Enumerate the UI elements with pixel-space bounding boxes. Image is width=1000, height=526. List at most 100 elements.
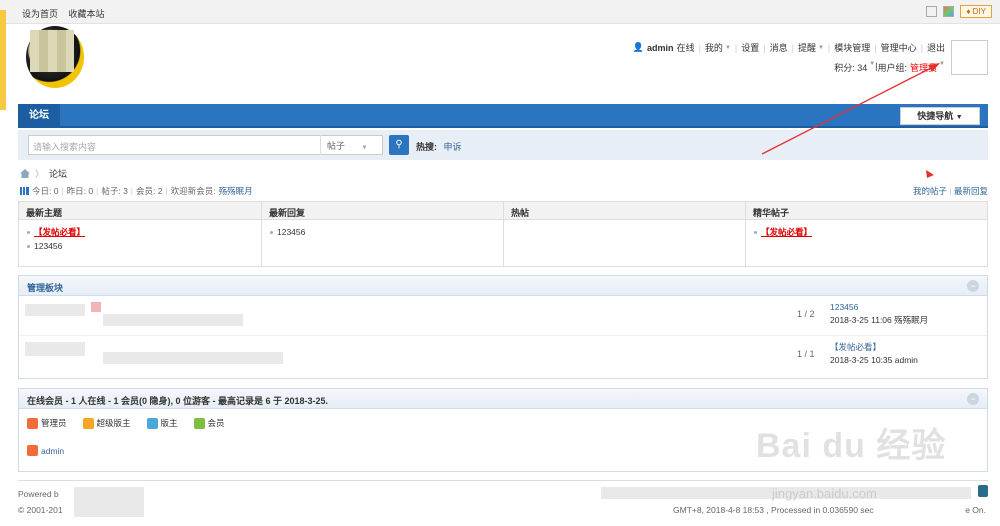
- search-icon: ⚲: [395, 139, 403, 150]
- search-type-select[interactable]: 帖子 ▼: [320, 135, 383, 155]
- forum-name-blur: [25, 304, 85, 316]
- logo-blur: [30, 30, 74, 72]
- footer-blur: [74, 487, 144, 517]
- hot-search-item[interactable]: 申诉: [444, 142, 462, 152]
- topic-link[interactable]: 123456: [34, 241, 62, 251]
- quick-links: 我的帖子 | 最新回复: [913, 186, 988, 196]
- admin-center-link[interactable]: 管理中心: [881, 41, 917, 54]
- user-info-row: 积分: 34 ▼ | 用户组: 管理员 ▼: [834, 61, 945, 74]
- admin-group-icon: [27, 417, 38, 429]
- newest-member-link[interactable]: 殇殇眠月: [219, 185, 253, 197]
- forum-last-post: 【发帖必看】 2018-3-25 10:35 admin: [830, 341, 918, 367]
- last-post-link[interactable]: 【发帖必看】: [830, 341, 918, 354]
- group-label: 会员: [207, 418, 225, 428]
- search-button[interactable]: ⚲: [389, 135, 409, 155]
- tab-forum[interactable]: 论坛: [18, 104, 60, 128]
- style-icon[interactable]: [943, 6, 955, 17]
- group-label: 版主: [160, 418, 178, 428]
- member-group-icon: [193, 417, 205, 429]
- forum-stats: 今日: 0 | 昨日: 0 | 帖子: 3 | 会员: 2 | 欢迎新会员: 殇殇眠月: [20, 185, 253, 197]
- online-title: 在线会员 - 1 人在线 - 1 会员(0 隐身), 0 位游客 - 最高记录是…: [27, 396, 329, 406]
- forum-count: 1 / 2: [797, 309, 815, 319]
- collapse-icon[interactable]: −: [967, 280, 979, 292]
- usergroup-label: 用户组:: [877, 63, 908, 73]
- hot-search-label: 热搜:: [416, 142, 437, 152]
- digest-header: 精华帖子: [746, 202, 987, 220]
- home-icon[interactable]: [20, 169, 30, 178]
- portal-grid: 最新主题 【发帖必看】 123456 最新回复 123456 热帖 精华帖子 【…: [18, 201, 988, 267]
- digest-link[interactable]: 【发帖必看】: [761, 227, 812, 237]
- top-bar: 设为首页 收藏本站 ♦ DIY: [0, 0, 1000, 24]
- latest-replies-col: 最新回复 123456: [262, 202, 504, 266]
- left-edge-strip: [0, 10, 6, 110]
- user-icon: 👤: [632, 42, 645, 52]
- quick-nav-button[interactable]: 快捷导航 ▼: [900, 107, 980, 125]
- stat-posts: 帖子: 3: [101, 186, 128, 196]
- forum-last-post: 123456 2018-3-25 11:06 殇殇眠月: [830, 301, 928, 327]
- my-posts-link[interactable]: 我的帖子: [913, 186, 947, 196]
- chevron-down-icon: ▼: [361, 145, 368, 151]
- search-bar: 请输入搜索内容 帖子 ▼ ⚲ 热搜: 申诉: [18, 130, 988, 160]
- logout-link[interactable]: 退出: [927, 41, 945, 54]
- remind-menu[interactable]: 提醒: [798, 41, 816, 54]
- hot-posts-col: 热帖: [504, 202, 746, 266]
- last-post-link[interactable]: 123456: [830, 301, 928, 314]
- stat-today: 今日: 0: [32, 186, 59, 196]
- latest-topics-col: 最新主题 【发帖必看】 123456: [19, 202, 262, 266]
- forum-desc-blur: [103, 352, 283, 364]
- bookmark-link[interactable]: 收藏本站: [69, 9, 105, 19]
- quick-nav-label: 快捷导航: [917, 111, 954, 121]
- forum-icon-blur: [91, 302, 101, 312]
- online-user-link[interactable]: admin: [41, 446, 64, 456]
- forum-row[interactable]: 1 / 1 【发帖必看】 2018-3-25 10:35 admin: [19, 336, 987, 376]
- messages-link[interactable]: 消息: [770, 41, 788, 54]
- hot-search: 热搜: 申诉: [416, 140, 462, 153]
- category-panel: 管理板块 − 1 / 2 123456 2018-3-25 11:06 殇殇眠月…: [18, 275, 988, 379]
- digest-col: 精华帖子 【发帖必看】: [746, 202, 987, 266]
- shield-icon[interactable]: [978, 485, 988, 497]
- breadcrumb: 〉 论坛: [20, 167, 67, 180]
- latest-replies-link[interactable]: 最新回复: [954, 186, 988, 196]
- forum-count: 1 / 1: [797, 349, 815, 359]
- settings-link[interactable]: 设置: [741, 41, 759, 54]
- user-avatar-icon: [27, 445, 38, 456]
- search-type-label: 帖子: [327, 141, 346, 151]
- chevron-down-icon: ▼: [817, 44, 824, 51]
- my-menu[interactable]: 我的: [705, 41, 723, 54]
- category-header: 管理板块: [19, 276, 987, 296]
- latest-replies-header: 最新回复: [262, 202, 503, 220]
- avatar[interactable]: [951, 40, 988, 75]
- topic-link[interactable]: 【发帖必看】: [34, 227, 85, 237]
- breadcrumb-sep-icon: 〉: [35, 169, 45, 179]
- group-label: 管理员: [41, 418, 67, 428]
- stat-members: 会员: 2: [136, 186, 163, 196]
- supermod-group-icon: [82, 417, 94, 429]
- chevron-down-icon: ▼: [939, 61, 945, 67]
- last-post-meta: 2018-3-25 10:35 admin: [830, 355, 918, 365]
- forum-desc-blur: [103, 314, 243, 326]
- group-label: 超级版主: [96, 418, 131, 428]
- breadcrumb-current[interactable]: 论坛: [49, 167, 67, 180]
- category-title[interactable]: 管理板块: [27, 283, 63, 293]
- points-menu[interactable]: 积分: 34: [834, 61, 867, 74]
- chevron-down-icon: ▼: [724, 44, 731, 51]
- footer-tail: e On.: [965, 505, 986, 515]
- mod-group-icon: [146, 417, 158, 429]
- online-header: 在线会员 - 1 人在线 - 1 会员(0 隐身), 0 位游客 - 最高记录是…: [19, 389, 987, 409]
- set-homepage-link[interactable]: 设为首页: [22, 9, 58, 19]
- reply-link[interactable]: 123456: [277, 227, 305, 237]
- hot-posts-header: 热帖: [504, 202, 745, 220]
- collapse-icon[interactable]: −: [967, 393, 979, 405]
- footer-time: GMT+8, 2018-4-8 18:53 , Processed in 0.0…: [673, 505, 874, 515]
- online-status: 在线: [676, 43, 695, 53]
- chevron-down-icon: ▼: [955, 114, 963, 121]
- diy-button[interactable]: ♦ DIY: [960, 5, 992, 18]
- watermark-url: jingyan.baidu.com: [772, 486, 877, 501]
- usergroup-link[interactable]: 管理员: [910, 61, 937, 74]
- module-manage-link[interactable]: 模块管理: [834, 41, 870, 54]
- stat-yesterday: 昨日: 0: [66, 186, 94, 196]
- main-nav: 论坛 快捷导航 ▼: [18, 104, 988, 128]
- username-link[interactable]: admin: [647, 43, 674, 53]
- forum-row[interactable]: 1 / 2 123456 2018-3-25 11:06 殇殇眠月: [19, 296, 987, 336]
- fullscreen-icon[interactable]: [926, 6, 938, 17]
